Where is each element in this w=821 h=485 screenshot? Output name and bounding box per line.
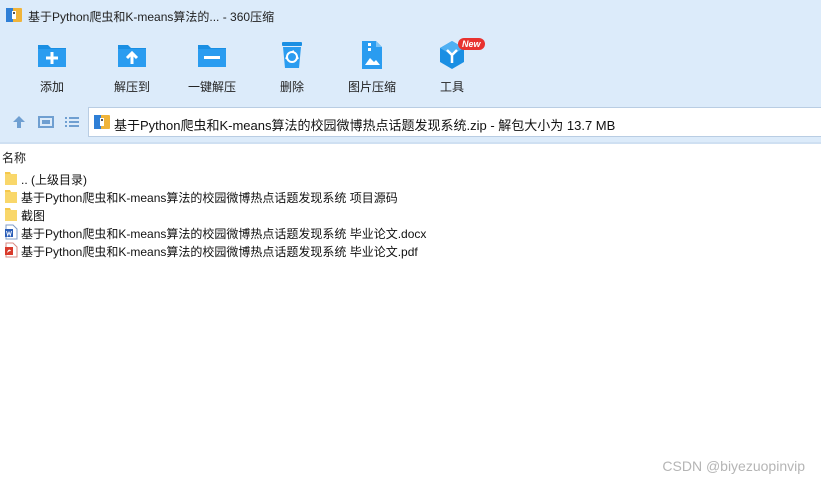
file-list: .. (上级目录) 基于Python爬虫和K-means算法的校园微博热点话题发… — [0, 169, 821, 259]
list-item-label: 基于Python爬虫和K-means算法的校园微博热点话题发现系统 毕业论文.p… — [21, 245, 418, 259]
add-folder-icon — [38, 45, 66, 67]
image-compress-icon — [362, 41, 382, 69]
extract-to-label: 解压到 — [113, 80, 150, 94]
add-button[interactable]: 添加 — [14, 38, 90, 98]
window-title: 基于Python爬虫和K-means算法的... - 360压缩 — [28, 10, 275, 24]
list-item-screenshots-folder[interactable]: 截图 — [0, 205, 821, 223]
image-compress-label: 图片压缩 — [347, 80, 396, 94]
list-item-label: 基于Python爬虫和K-means算法的校园微博热点话题发现系统 毕业论文.d… — [21, 227, 427, 241]
tools-button[interactable]: New 工具 — [414, 38, 490, 98]
main-toolbar: 添加 解压到 一键解压 删除 图片压缩 New 工具 — [0, 32, 821, 102]
delete-button[interactable]: 删除 — [254, 38, 330, 98]
delete-label: 删除 — [279, 80, 304, 94]
address-path-text: 基于Python爬虫和K-means算法的校园微博热点话题发现系统.zip - … — [114, 118, 616, 133]
list-item-label: .. (上级目录) — [21, 173, 87, 187]
pdf-document-icon — [5, 242, 18, 258]
list-item-source-folder[interactable]: 基于Python爬虫和K-means算法的校园微博热点话题发现系统 项目源码 — [0, 187, 821, 205]
address-path-box[interactable]: 基于Python爬虫和K-means算法的校园微博热点话题发现系统.zip - … — [88, 107, 821, 137]
thumbnail-view-icon[interactable] — [37, 113, 55, 131]
column-name-label: 名称 — [2, 151, 27, 165]
zip-archive-icon — [94, 115, 110, 129]
add-label: 添加 — [39, 80, 64, 94]
list-item-docx-file[interactable]: 基于Python爬虫和K-means算法的校园微博热点话题发现系统 毕业论文.d… — [0, 223, 821, 241]
list-item-parent-dir[interactable]: .. (上级目录) — [0, 169, 821, 187]
new-badge: New — [458, 38, 485, 50]
one-click-extract-button[interactable]: 一键解压 — [174, 38, 250, 98]
folder-icon — [5, 208, 17, 221]
csdn-watermark: CSDN @biyezuopinvip — [662, 458, 805, 474]
title-bar: 基于Python爬虫和K-means算法的... - 360压缩 — [0, 0, 821, 32]
address-bar-row: 基于Python爬虫和K-means算法的校园微博热点话题发现系统.zip - … — [0, 102, 821, 142]
word-document-icon — [5, 224, 18, 240]
archive-app-icon — [6, 8, 22, 22]
one-click-extract-label: 一键解压 — [187, 80, 236, 94]
image-compress-button[interactable]: 图片压缩 — [334, 38, 410, 98]
extract-to-button[interactable]: 解压到 — [94, 38, 170, 98]
up-arrow-icon[interactable] — [10, 113, 28, 131]
folder-icon — [5, 190, 17, 203]
list-view-icon[interactable] — [63, 113, 81, 131]
folder-icon — [5, 172, 17, 185]
tools-label: 工具 — [439, 80, 464, 94]
column-header[interactable]: 名称 — [0, 144, 821, 166]
recycle-bin-icon — [282, 42, 302, 68]
extract-folder-icon — [118, 45, 146, 67]
list-item-label: 截图 — [21, 209, 46, 223]
list-item-label: 基于Python爬虫和K-means算法的校园微博热点话题发现系统 项目源码 — [21, 191, 398, 205]
one-click-extract-icon — [198, 45, 226, 67]
list-item-pdf-file[interactable]: 基于Python爬虫和K-means算法的校园微博热点话题发现系统 毕业论文.p… — [0, 241, 821, 259]
